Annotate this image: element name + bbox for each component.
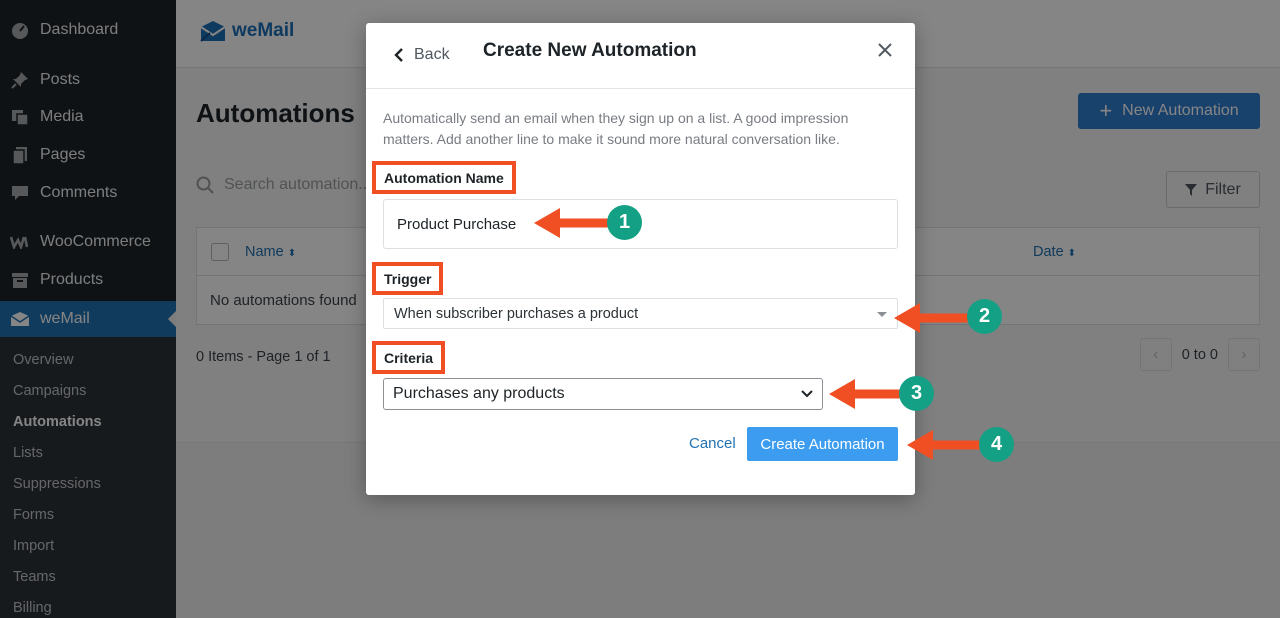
criteria-value: Purchases any products [393, 385, 565, 402]
caret-down-icon [877, 312, 887, 317]
annotation-arrow-1 [534, 208, 612, 238]
trigger-label: Trigger [372, 262, 444, 295]
chevron-left-icon [394, 48, 403, 62]
chevron-down-icon [801, 390, 813, 398]
back-button[interactable]: Back [394, 46, 450, 64]
modal-description: Automatically send an email when they si… [383, 110, 849, 147]
annotation-arrow-4 [907, 430, 985, 460]
create-automation-modal: Back Create New Automation Automatically… [366, 23, 915, 495]
step-badge-1: 1 [607, 205, 642, 240]
criteria-label: Criteria [372, 341, 446, 374]
modal-title: Create New Automation [483, 40, 697, 61]
step-badge-3: 3 [899, 376, 934, 411]
step-badge-2: 2 [967, 299, 1002, 334]
trigger-select[interactable]: When subscriber purchases a product [383, 298, 898, 329]
criteria-select[interactable]: Purchases any products [383, 378, 823, 410]
create-automation-button[interactable]: Create Automation [747, 427, 898, 461]
close-icon [878, 43, 892, 57]
automation-name-label: Automation Name [372, 161, 516, 194]
step-badge-4: 4 [979, 427, 1014, 462]
cancel-button[interactable]: Cancel [689, 435, 736, 452]
close-button[interactable] [875, 40, 895, 60]
trigger-value: When subscriber purchases a product [394, 305, 639, 322]
back-label: Back [414, 46, 450, 63]
annotation-arrow-3 [829, 379, 907, 409]
annotation-arrow-2 [894, 303, 972, 333]
modal-header: Back Create New Automation [366, 23, 915, 89]
